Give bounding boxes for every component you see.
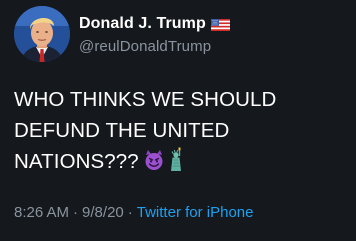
statue-of-liberty-emoji bbox=[169, 147, 185, 180]
meta-separator: · bbox=[73, 204, 79, 221]
tweet-date[interactable]: 9/8/20 bbox=[82, 204, 124, 221]
author-identity: Donald J. Trump @reulDonaldTrump bbox=[79, 13, 230, 55]
display-name[interactable]: Donald J. Trump bbox=[79, 15, 206, 33]
user-handle[interactable]: @reulDonaldTrump bbox=[79, 38, 230, 55]
source-link[interactable]: Twitter for iPhone bbox=[137, 204, 254, 221]
name-row: Donald J. Trump bbox=[79, 13, 230, 35]
tweet-text: WHO THINKS WE SHOULD DEFUND THE UNITED N… bbox=[14, 84, 344, 180]
us-flag-icon bbox=[210, 18, 230, 31]
tweet-card: Donald J. Trump @reulDonaldTrump WHO THI… bbox=[0, 0, 356, 241]
tweet-time[interactable]: 8:26 AM bbox=[14, 204, 69, 221]
tweet-meta: 8:26 AM · 9/8/20 · Twitter for iPhone bbox=[14, 204, 253, 221]
meta-separator: · bbox=[127, 204, 133, 221]
smiling-devil-emoji bbox=[143, 149, 165, 180]
avatar[interactable] bbox=[14, 6, 70, 62]
tweet-header: Donald J. Trump @reulDonaldTrump bbox=[14, 6, 230, 62]
avatar-photo bbox=[14, 6, 70, 62]
